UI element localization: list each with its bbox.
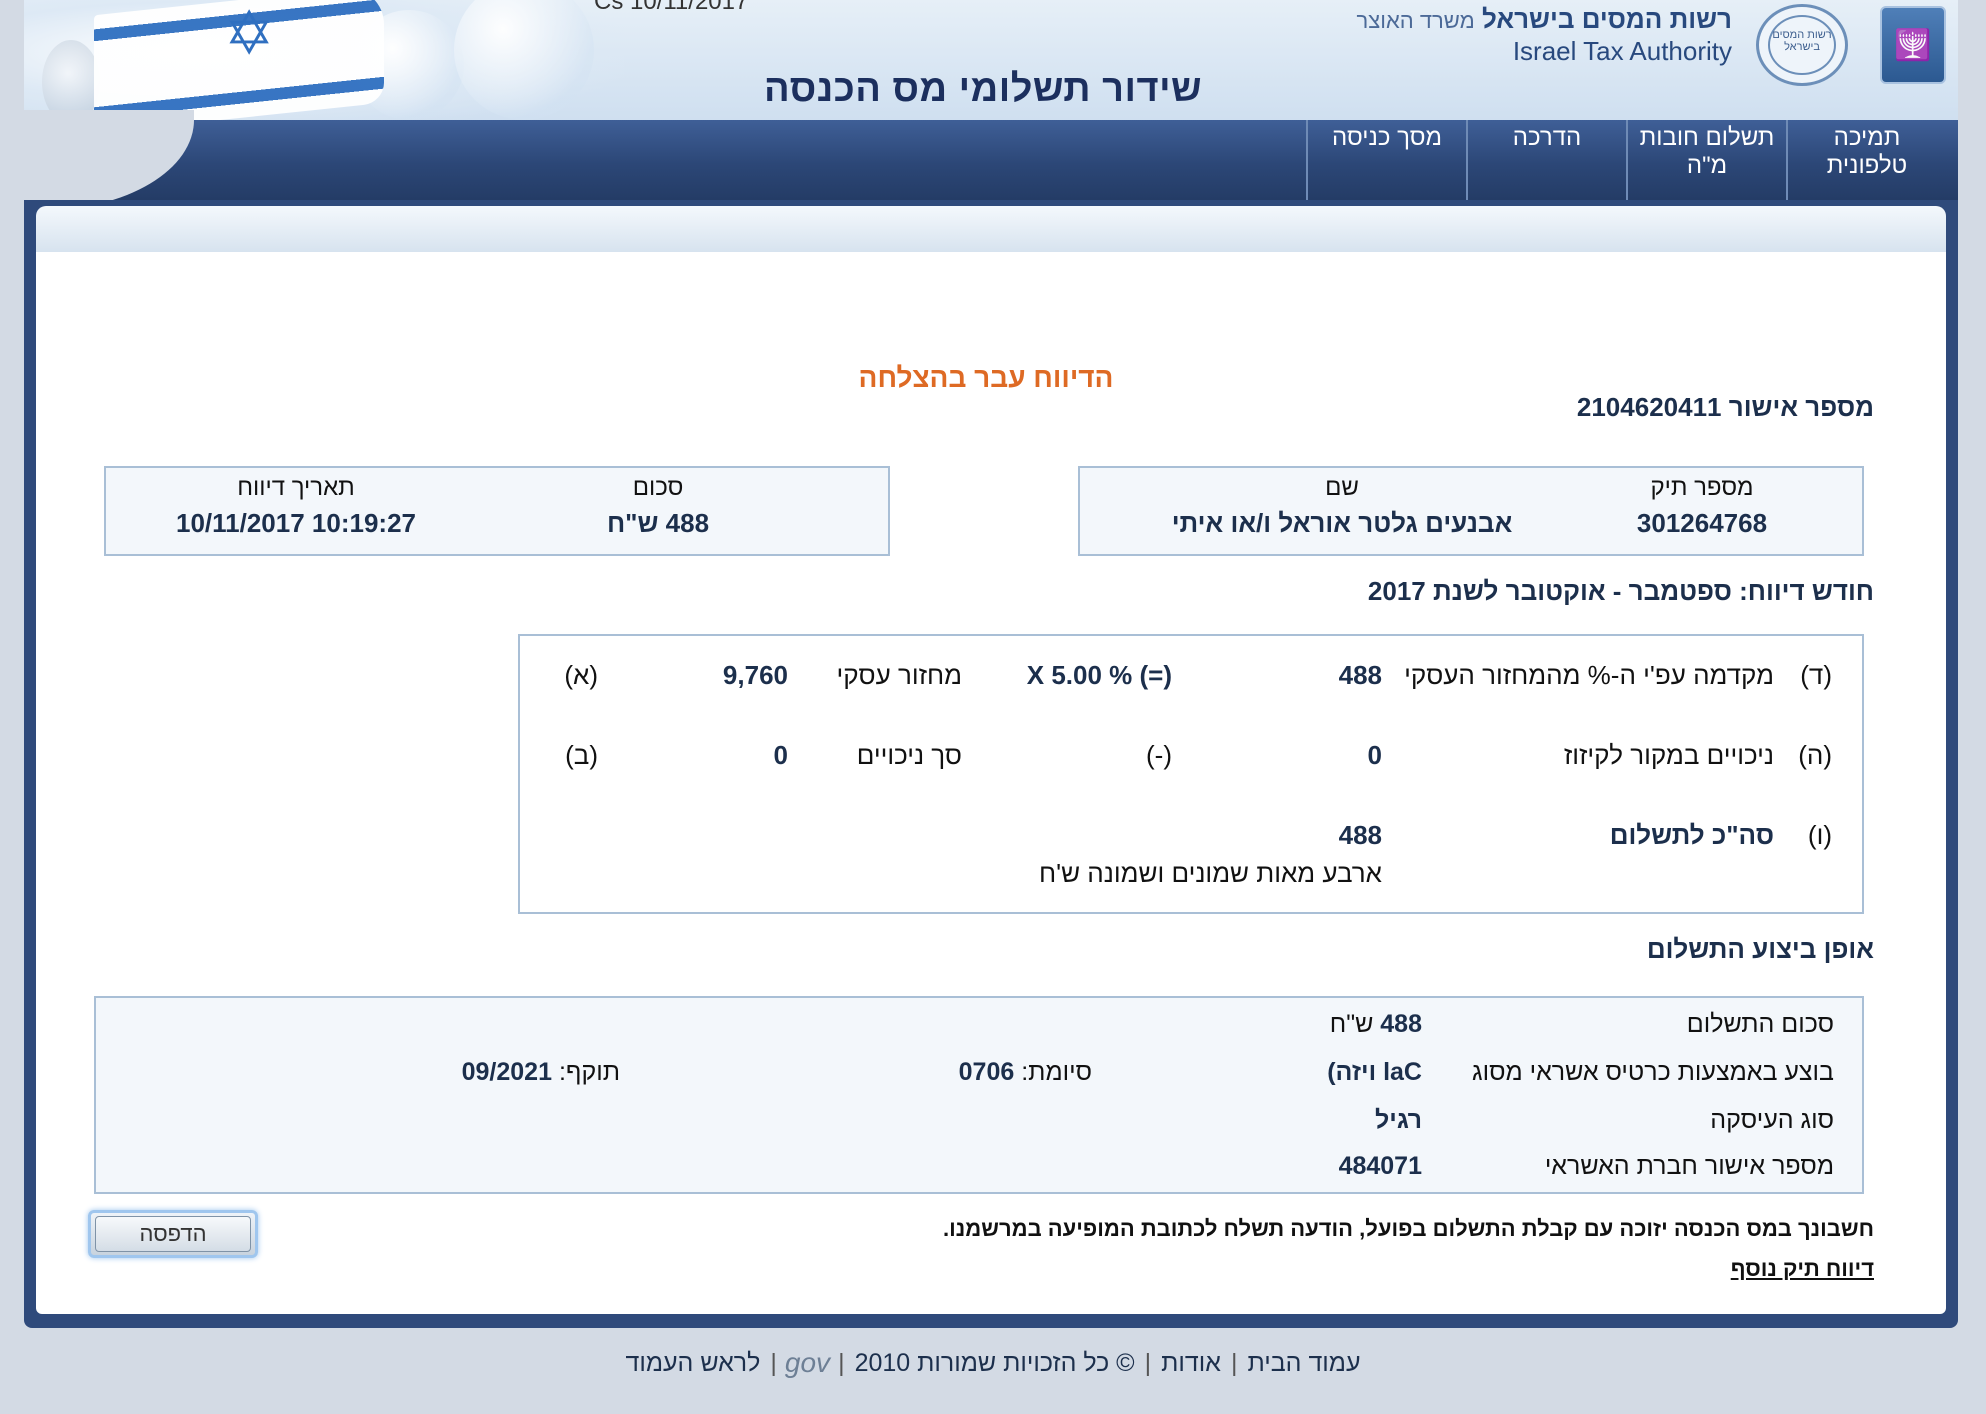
nav-tab-debt-payment[interactable]: תשלום חובות מ"ה — [1626, 120, 1786, 200]
nav-tab-label: טלפונית — [1826, 152, 1908, 179]
sum-col: סכום 488 ש"ח — [548, 474, 768, 539]
brand-hebrew: רשות המסים בישראל משרד האוצר — [1357, 4, 1732, 35]
payment-amount-number: 488 — [1380, 1010, 1422, 1038]
total-in-words: ארבע מאות שמונים ושמונה ש'ח — [1039, 858, 1382, 888]
card-expiry-label: תוקף: — [558, 1058, 620, 1086]
sum-info-box: סכום 488 ש"ח תאריך דיווח 10:19:27 10/11/… — [104, 466, 890, 556]
card-expiry-value: 09/2021 — [461, 1058, 552, 1086]
name-col: שם אבנעים גלטר אוראל ו/או איתי — [1122, 474, 1562, 539]
report-date-label: תאריך דיווח — [237, 474, 355, 501]
nav-tab-phone-support[interactable]: תמיכה טלפונית — [1786, 120, 1946, 200]
nav-tabs: מסך כניסה הדרכה תשלום חובות מ"ה תמיכה טלפו… — [1306, 120, 1946, 200]
card-type-value: (ויזה laC — [1327, 1058, 1422, 1087]
footer-back-to-top-link[interactable]: לראש העמוד — [615, 1349, 770, 1378]
percent-operator: X 5.00 % (=) — [1026, 660, 1172, 690]
content-card: הדיווח עבר בהצלחה מספר אישור 2104620411 … — [36, 252, 1946, 1314]
deductions-offset-value: 0 — [1367, 740, 1382, 770]
file-number-value: 301264768 — [1636, 508, 1768, 538]
name-label: שם — [1325, 474, 1359, 501]
file-number-col: מספר תיק 301264768 — [1602, 474, 1802, 539]
another-file-report-link[interactable]: דיווח תיק נוסף — [1731, 1256, 1874, 1282]
payment-method-title: אופן ביצוע התשלום — [1646, 934, 1874, 964]
page-title: שידור תשלומי מס הכנסה — [764, 68, 1203, 110]
turnover-label: מחזור עסקי — [836, 660, 962, 690]
tax-authority-logo[interactable]: רשות המסים בישראל — [1756, 4, 1848, 86]
calc-letter-v: (ו) — [1807, 820, 1832, 850]
report-date-value: 10:19:27 10/11/2017 — [175, 508, 416, 538]
file-number-label: מספר תיק — [1650, 474, 1754, 501]
nav-tab-guidance[interactable]: הדרכה — [1466, 120, 1626, 200]
credit-auth-number: 484071 — [1338, 1152, 1422, 1180]
brand-english: Israel Tax Authority — [1512, 36, 1732, 66]
nav-tab-label: הדרכה — [1512, 124, 1582, 151]
deal-type-text: רגיל — [1375, 1106, 1422, 1134]
credit-auth-label: מספר אישור חברת האשראי — [1544, 1152, 1834, 1180]
report-month: חודש דיווח: ספטמבר - אוקטובר לשנת 2017 — [1367, 576, 1874, 606]
turnover-value: 9,760 — [722, 660, 788, 690]
main-nav: מסך כניסה הדרכה תשלום חובות מ"ה תמיכה טלפו… — [24, 120, 1958, 200]
advance-value: 488 — [1338, 660, 1382, 690]
success-message: הדיווח עבר בהצלחה — [858, 362, 1114, 393]
total-deductions-label: סך ניכויים — [856, 740, 962, 770]
nav-tab-label: מ"ה — [1686, 152, 1728, 179]
calc-letter-h: (ה) — [1798, 740, 1832, 770]
print-button-label: הדפסה — [95, 1216, 251, 1252]
total-to-pay-value: 488 — [1338, 820, 1382, 850]
payment-amount-value: 488 ש"ח — [1330, 1010, 1422, 1039]
sum-label: סכום — [632, 474, 684, 501]
card-type-text: (ויזה laC — [1327, 1058, 1422, 1086]
footer-home-link[interactable]: עמוד הבית — [1237, 1349, 1370, 1378]
page-frame: ✡ Cs 10/11/2017 שידור תשלומי מס הכנסה רש… — [24, 0, 1958, 1328]
header-date: Cs 10/11/2017 — [594, 0, 749, 15]
sum-value: 488 ש"ח — [606, 508, 710, 538]
file-info-box: מספר תיק 301264768 שם אבנעים גלטר אוראל … — [1078, 466, 1864, 556]
state-emblem-icon: 🕎 — [1880, 6, 1946, 84]
card-type-label: בוצע באמצעות כרטיס אשראי מסוג — [1472, 1058, 1834, 1086]
card-expiry: תוקף: 09/2021 — [462, 1058, 620, 1087]
nav-tab-label: מסך כניסה — [1332, 124, 1442, 151]
calc-letter-a: (א) — [564, 660, 598, 690]
total-to-pay-label: סה"כ לתשלום — [1609, 820, 1774, 850]
payment-amount-unit: ש"ח — [1329, 1010, 1374, 1038]
footer-copyright: © כל הזכויות שמורות 2010 — [854, 1348, 1135, 1377]
card-digits-value: 0706 — [958, 1058, 1015, 1086]
brand-hebrew-main: רשות המסים בישראל — [1481, 4, 1732, 34]
name-value: אבנעים גלטר אוראל ו/או איתי — [1171, 508, 1513, 538]
footer-separator: | — [1144, 1348, 1152, 1377]
card-digits: סיומת: 0706 — [959, 1058, 1092, 1087]
credit-note: חשבונך במס הכנסה יזוכה עם קבלת התשלום בפ… — [943, 1216, 1874, 1241]
deal-type-label: סוג העיסקה — [1710, 1106, 1834, 1134]
brand-hebrew-sub: משרד האוצר — [1356, 8, 1475, 33]
calc-letter-d: (ד) — [1800, 660, 1832, 690]
footer-separator: | — [770, 1348, 777, 1377]
content-panel: הדיווח עבר בהצלחה מספר אישור 2104620411 … — [24, 200, 1958, 1328]
print-button[interactable]: הדפסה — [88, 1210, 258, 1258]
logo-seal-text: רשות המסים בישראל — [1768, 15, 1836, 75]
site-footer: עמוד הבית | אודות | © כל הזכויות שמורות … — [0, 1338, 1986, 1388]
content-top-strip — [36, 206, 1946, 252]
gov-logo[interactable]: gov — [777, 1347, 838, 1379]
card-digits-label: סיומת: — [1021, 1058, 1092, 1086]
deductions-offset-label: ניכויים במקור לקיזוז — [1563, 740, 1774, 770]
footer-separator: | — [838, 1348, 845, 1377]
calc-letter-b: (ב) — [565, 740, 598, 770]
nav-tab-label: תשלום חובות — [1639, 124, 1775, 151]
total-deductions-value: 0 — [773, 740, 788, 770]
deal-type-value: רגיל — [1375, 1106, 1422, 1135]
credit-auth-value: 484071 — [1339, 1152, 1422, 1181]
nav-tab-label: תמיכה — [1833, 124, 1901, 151]
site-header: ✡ Cs 10/11/2017 שידור תשלומי מס הכנסה רש… — [24, 0, 1958, 200]
advance-label: מקדמה עפ'י ה-% מהמחזור העסקי — [1404, 660, 1774, 690]
nav-tab-entry-screen[interactable]: מסך כניסה — [1306, 120, 1466, 200]
approval-number: מספר אישור 2104620411 — [1576, 392, 1874, 422]
footer-separator: | — [1230, 1348, 1238, 1377]
payment-amount-label: סכום התשלום — [1686, 1010, 1834, 1038]
calculation-box: (ד) מקדמה עפ'י ה-% מהמחזור העסקי 488 X 5… — [518, 634, 1864, 914]
payment-details-box: סכום התשלום 488 ש"ח בוצע באמצעות כרטיס א… — [94, 996, 1864, 1194]
star-of-david-icon: ✡ — [224, 0, 275, 67]
minus-operator: (-) — [1146, 740, 1172, 770]
footer-about-link[interactable]: אודות — [1151, 1349, 1231, 1378]
report-date-col: תאריך דיווח 10:19:27 10/11/2017 — [156, 474, 436, 539]
